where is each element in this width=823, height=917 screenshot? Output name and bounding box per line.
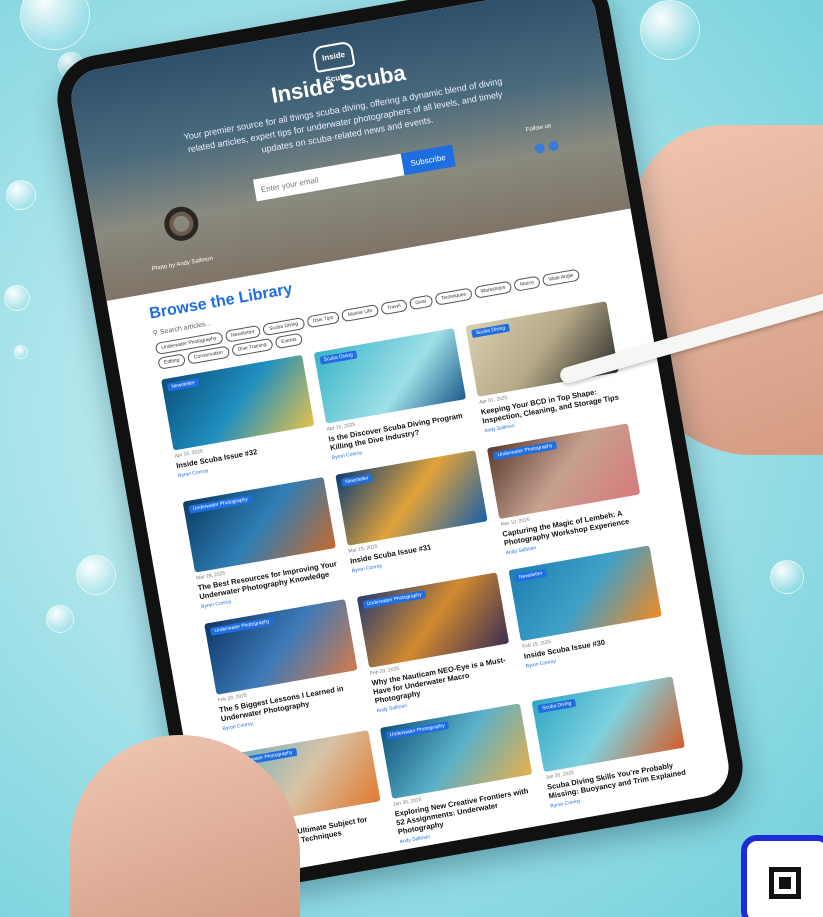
bubble [46, 605, 74, 633]
photo-credit: Photo by Andy Sallmon [151, 255, 214, 273]
article-card[interactable]: Underwater Photography Mar 10, 2025 Captur… [487, 423, 647, 556]
instagram-icon[interactable] [547, 140, 560, 152]
category-badge[interactable]: Underwater Photography [188, 494, 253, 514]
tag-chip[interactable]: Wide Angle [541, 268, 581, 287]
tag-chip[interactable]: Dive Tips [306, 310, 341, 329]
category-badge[interactable]: Underwater Photography [362, 590, 427, 609]
tag-chip[interactable]: Editing [157, 353, 187, 370]
tag-chip[interactable]: Techniques [434, 287, 474, 306]
bubble [14, 345, 28, 359]
category-badge[interactable]: Underwater Photography [209, 616, 274, 636]
bubble [20, 0, 90, 50]
category-badge[interactable]: Scuba Diving [319, 350, 358, 365]
subscribe-form: Subscribe [252, 144, 456, 202]
tag-chip[interactable]: Marine Life [341, 303, 380, 323]
bubble [76, 555, 116, 595]
tag-chip[interactable]: Workshops [473, 280, 513, 299]
corner-badge [741, 835, 823, 917]
article-card[interactable]: Scuba Diving Jan 20, 2025 Scuba Diving Ski… [531, 676, 693, 818]
bubble [4, 285, 30, 311]
facebook-icon[interactable] [533, 142, 546, 155]
article-card[interactable]: Underwater Photography Feb 20, 2025 Why th… [356, 572, 517, 714]
article-card[interactable]: Newsletter Apr 15, 2025 Inside Scuba Issue… [161, 354, 321, 488]
pager-next-button[interactable]: Next [551, 830, 579, 849]
tag-chip[interactable]: Gear [408, 294, 434, 311]
category-badge[interactable]: Scuba Diving [537, 698, 576, 714]
hero-ring [161, 204, 202, 244]
category-badge[interactable]: Newsletter [340, 473, 374, 487]
bubble [6, 180, 36, 210]
pager-page-button[interactable]: 6 [494, 842, 512, 859]
category-badge[interactable]: Underwater Photography [385, 721, 450, 740]
subscribe-button[interactable]: Subscribe [400, 144, 456, 176]
square-icon [769, 867, 801, 899]
pager-page-button[interactable]: 3 [437, 852, 455, 869]
pager-last-button[interactable]: Last [579, 825, 605, 844]
category-badge[interactable]: Newsletter [166, 378, 200, 392]
pager-first-button[interactable]: First [344, 867, 370, 884]
article-card[interactable]: Underwater Photography Jan 30, 2025 Explor… [379, 703, 541, 845]
tag-chip[interactable]: Macro [513, 275, 541, 292]
bubble [770, 560, 804, 594]
category-badge[interactable]: Scuba Diving [471, 323, 510, 338]
pager-page-button[interactable]: 4 [456, 848, 474, 866]
article-card[interactable]: Newsletter Feb 15, 2025 Inside Scuba Issue… [508, 545, 670, 687]
pager-page-button[interactable]: 1 [399, 858, 417, 876]
tag-chip[interactable]: Travel [380, 299, 408, 316]
category-badge[interactable]: Newsletter [514, 568, 548, 583]
social-label: Follow us [525, 123, 552, 134]
pager-prev-button[interactable]: Prev [371, 862, 398, 881]
article-card[interactable]: Newsletter Mar 15, 2025 Inside Scuba Issue… [334, 450, 495, 583]
pager-page-button[interactable]: 2 [418, 855, 436, 873]
article-card[interactable]: Scuba Diving Apr 10, 2025 Is the Discover … [313, 328, 473, 461]
article-card[interactable]: Underwater Photography Mar 28, 2025 The Be… [182, 477, 343, 610]
social-links [533, 140, 560, 155]
bubble [640, 0, 700, 60]
category-badge[interactable]: Underwater Photography [493, 441, 558, 461]
tag-chip[interactable]: Events [274, 332, 304, 350]
pager-page-button[interactable]: 5 [475, 845, 493, 863]
pager-page-button[interactable]: 8 [532, 835, 551, 852]
pager-page-button[interactable]: 7 [513, 838, 532, 856]
article-card[interactable]: Underwater Photography Feb 28, 2025 The 5 … [204, 599, 365, 741]
email-input[interactable] [252, 153, 405, 202]
